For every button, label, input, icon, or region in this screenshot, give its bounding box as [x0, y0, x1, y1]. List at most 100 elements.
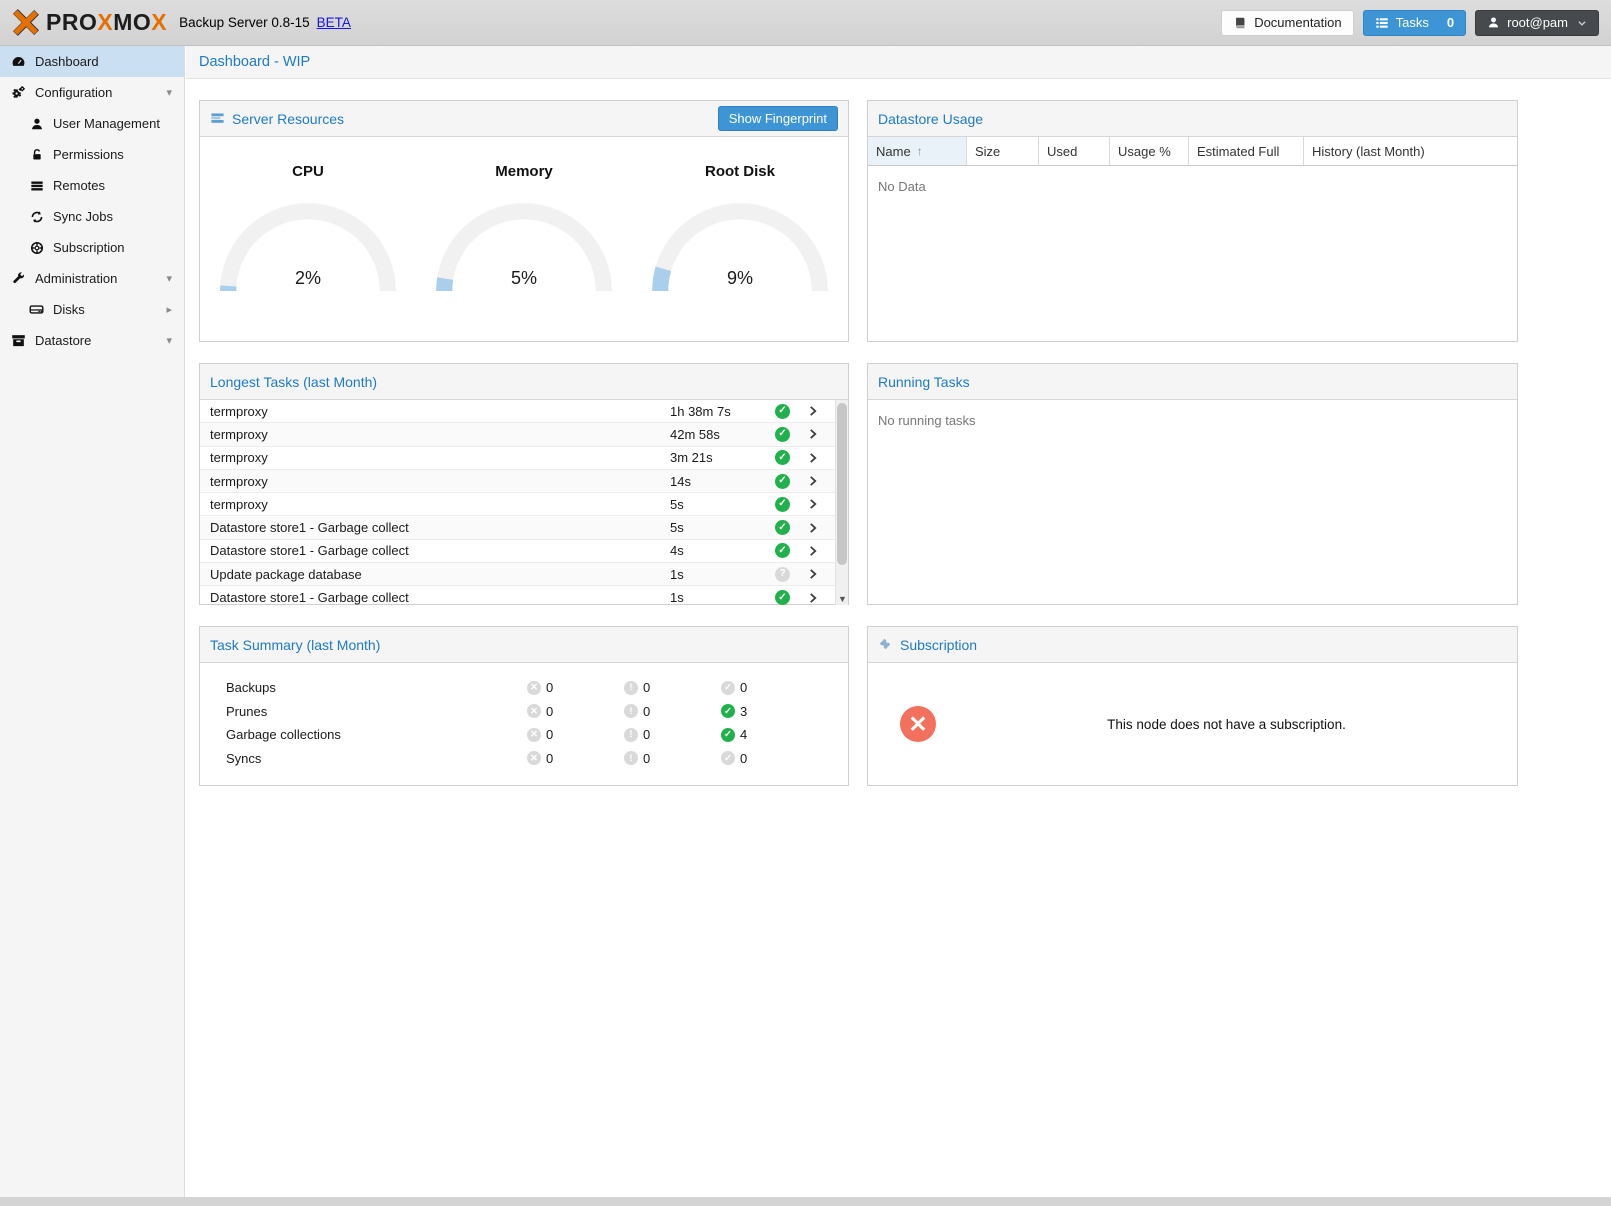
task-name: Datastore store1 - Garbage collect	[210, 520, 670, 535]
task-status-icon: ✓	[775, 590, 807, 605]
sidebar-item-configuration[interactable]: Configuration ▾	[0, 77, 184, 108]
check-circle-icon: ✓	[775, 427, 790, 442]
chevron-right-icon[interactable]	[807, 592, 835, 604]
column-header-history-last-month-[interactable]: History (last Month)	[1304, 137, 1517, 166]
gauge-arc: 9%	[645, 196, 835, 293]
column-header-estimated-full[interactable]: Estimated Full	[1189, 137, 1304, 166]
warning-circle-icon: !	[624, 681, 638, 695]
running-tasks-header: Running Tasks	[868, 364, 1517, 400]
summary-row: Backups ✕0 !0 ✓0	[200, 676, 848, 700]
scrollbar-down-arrow[interactable]: ▼	[836, 594, 848, 604]
user-icon	[28, 117, 45, 131]
task-duration: 1h 38m 7s	[670, 404, 775, 419]
sidebar-item-label: User Management	[53, 116, 160, 131]
chevron-down-icon	[1577, 18, 1587, 28]
proxmox-logo: PROXMOX	[12, 9, 167, 36]
sidebar-item-label: Sync Jobs	[53, 209, 113, 224]
column-header-name[interactable]: Name↑	[868, 137, 967, 166]
chevron-right-icon[interactable]	[807, 498, 835, 510]
task-name: termproxy	[210, 474, 670, 489]
book-icon	[1233, 16, 1247, 30]
gauge-label: Root Disk	[632, 163, 848, 180]
expander-icon: ▾	[166, 272, 172, 285]
topbar: PROXMOX Backup Server 0.8-15 BETA Docume…	[0, 0, 1611, 46]
task-row[interactable]: termproxy 1h 38m 7s ✓	[200, 400, 835, 423]
longest-tasks-body: termproxy 1h 38m 7s ✓ termproxy 42m 58s …	[200, 400, 848, 605]
task-status-icon: ✓	[775, 404, 807, 419]
ok-count: 3	[740, 704, 747, 719]
check-circle-icon: ✓	[775, 590, 790, 605]
chevron-right-icon[interactable]	[807, 405, 835, 417]
unlock-icon	[28, 148, 45, 162]
show-fingerprint-button[interactable]: Show Fingerprint	[718, 106, 838, 131]
server-resources-icon	[210, 111, 225, 126]
chevron-right-icon[interactable]	[807, 568, 835, 580]
task-row[interactable]: termproxy 14s ✓	[200, 470, 835, 493]
documentation-button[interactable]: Documentation	[1221, 10, 1353, 36]
task-row[interactable]: termproxy 5s ✓	[200, 493, 835, 516]
column-header-size[interactable]: Size	[967, 137, 1039, 166]
sidebar-item-administration[interactable]: Administration ▾	[0, 263, 184, 294]
sidebar-item-label: Dashboard	[35, 54, 99, 69]
sidebar-item-sync-jobs[interactable]: Sync Jobs	[0, 201, 184, 232]
tasks-button[interactable]: Tasks 0	[1363, 10, 1466, 36]
check-circle-icon: ✓	[775, 543, 790, 558]
longest-tasks-header: Longest Tasks (last Month)	[200, 364, 848, 400]
task-duration: 14s	[670, 474, 775, 489]
longest-tasks-list: termproxy 1h 38m 7s ✓ termproxy 42m 58s …	[200, 400, 835, 605]
sidebar-item-user-management[interactable]: User Management	[0, 108, 184, 139]
user-label: root@pam	[1507, 15, 1568, 30]
gauge-arc: 5%	[429, 196, 619, 293]
chevron-right-icon[interactable]	[807, 475, 835, 487]
topbar-actions: Documentation Tasks 0 root@pam	[1221, 10, 1599, 36]
chevron-right-icon[interactable]	[807, 428, 835, 440]
task-status-icon: ✓	[775, 497, 807, 512]
gears-icon	[10, 85, 27, 100]
task-row[interactable]: termproxy 42m 58s ✓	[200, 423, 835, 446]
check-circle-icon: ✓	[775, 450, 790, 465]
task-row[interactable]: Datastore store1 - Garbage collect 1s ✓	[200, 586, 835, 605]
tachometer-icon	[10, 54, 27, 69]
ok-count: 0	[740, 680, 747, 695]
dashboard-content: Server Resources Show Fingerprint CPU 2%…	[186, 79, 1611, 786]
sidebar-item-permissions[interactable]: Permissions	[0, 139, 184, 170]
sidebar-item-disks[interactable]: Disks ▸	[0, 294, 184, 325]
task-row[interactable]: termproxy 3m 21s ✓	[200, 447, 835, 470]
summary-label: Backups	[200, 680, 527, 695]
error-circle-icon: ✕	[527, 704, 541, 718]
ok-circle-icon: ✓	[721, 728, 735, 742]
task-duration: 5s	[670, 520, 775, 535]
task-duration: 1s	[670, 590, 775, 605]
beta-link[interactable]: BETA	[317, 15, 351, 30]
sidebar-item-datastore[interactable]: Datastore ▾	[0, 325, 184, 356]
task-row[interactable]: Datastore store1 - Garbage collect 4s ✓	[200, 540, 835, 563]
server-resources-panel: Server Resources Show Fingerprint CPU 2%…	[199, 100, 849, 342]
question-circle-icon: ?	[775, 567, 790, 582]
warning-count: 0	[643, 680, 650, 695]
sidebar-item-dashboard[interactable]: Dashboard	[0, 46, 184, 77]
task-row[interactable]: Datastore store1 - Garbage collect 5s ✓	[200, 516, 835, 539]
gauges-row: CPU 2% Memory 5% Root Disk 9%	[200, 137, 848, 293]
chevron-right-icon[interactable]	[807, 545, 835, 557]
sidebar-item-subscription[interactable]: Subscription	[0, 232, 184, 263]
error-count: 0	[546, 751, 553, 766]
sidebar-item-remotes[interactable]: Remotes	[0, 170, 184, 201]
ok-circle-icon: ✓	[721, 751, 735, 765]
wrench-icon	[10, 272, 27, 286]
task-name: Datastore store1 - Garbage collect	[210, 590, 670, 605]
warning-count: 0	[643, 727, 650, 742]
subscription-panel: Subscription ✕ This node does not have a…	[867, 626, 1518, 786]
sidebar-item-label: Administration	[35, 271, 117, 286]
column-header-used[interactable]: Used	[1039, 137, 1110, 166]
sidebar-item-label: Subscription	[53, 240, 125, 255]
task-duration: 3m 21s	[670, 450, 775, 465]
column-header-usage-%[interactable]: Usage %	[1110, 137, 1189, 166]
ok-circle-icon: ✓	[721, 704, 735, 718]
task-row[interactable]: Update package database 1s ?	[200, 563, 835, 586]
chevron-right-icon[interactable]	[807, 452, 835, 464]
life-ring-icon	[28, 241, 45, 255]
scrollbar-thumb[interactable]	[837, 403, 847, 565]
user-menu-button[interactable]: root@pam	[1475, 10, 1599, 36]
chevron-right-icon[interactable]	[807, 522, 835, 534]
scrollbar[interactable]: ▼	[835, 400, 848, 605]
